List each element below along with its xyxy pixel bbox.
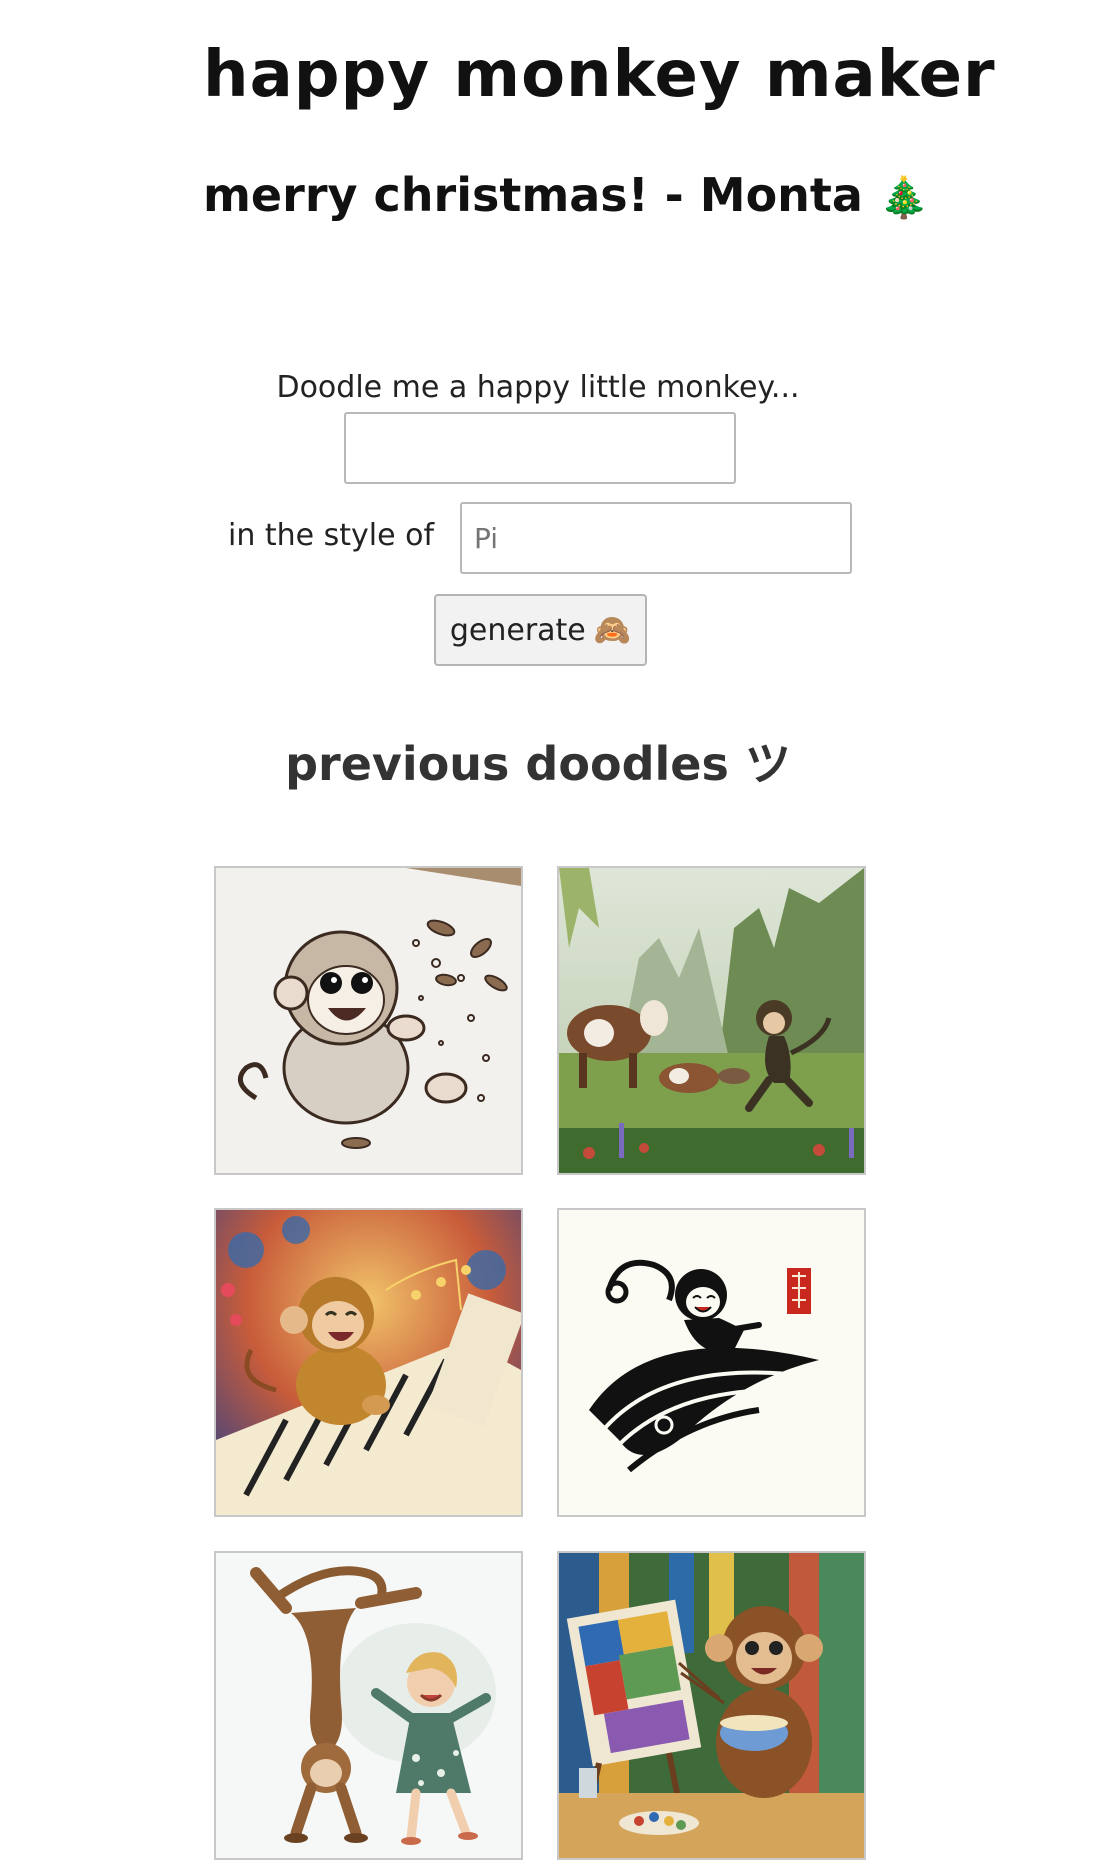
doodle-gallery <box>214 866 866 1866</box>
prompt-input[interactable] <box>344 412 736 484</box>
doodle-thumbnail[interactable] <box>214 866 523 1175</box>
painter-monkey-noodles-image <box>559 1553 864 1858</box>
previous-doodles-heading: previous doodles ツ <box>285 737 791 791</box>
doodle-thumbnail[interactable] <box>557 1208 866 1517</box>
doodle-thumbnail[interactable] <box>557 1551 866 1860</box>
style-label: in the style of <box>228 518 435 553</box>
handstand-monkey-girl-image <box>216 1553 521 1858</box>
christmas-tree-icon: 🎄 <box>878 175 929 221</box>
sketch-monkey-image <box>216 868 521 1173</box>
page-title: happy monkey maker <box>203 38 996 112</box>
prompt-label: Doodle me a happy little monkey... <box>276 370 800 405</box>
doodle-thumbnail[interactable] <box>557 866 866 1175</box>
jungle-monkey-cows-image <box>559 868 864 1173</box>
generate-label: generate <box>449 612 586 648</box>
doodle-thumbnail[interactable] <box>214 1551 523 1860</box>
doodle-thumbnail[interactable] <box>214 1208 523 1517</box>
ink-monkey-image <box>559 1210 864 1515</box>
piano-monkey-image <box>216 1210 521 1515</box>
page-subtitle: merry christmas! - Monta 🎄 <box>203 168 929 222</box>
generate-button[interactable]: generate 🙈 <box>434 594 647 666</box>
see-no-evil-monkey-icon: 🙈 <box>593 612 632 648</box>
subtitle-text: merry christmas! - Monta <box>203 168 863 222</box>
style-input[interactable] <box>460 502 852 574</box>
